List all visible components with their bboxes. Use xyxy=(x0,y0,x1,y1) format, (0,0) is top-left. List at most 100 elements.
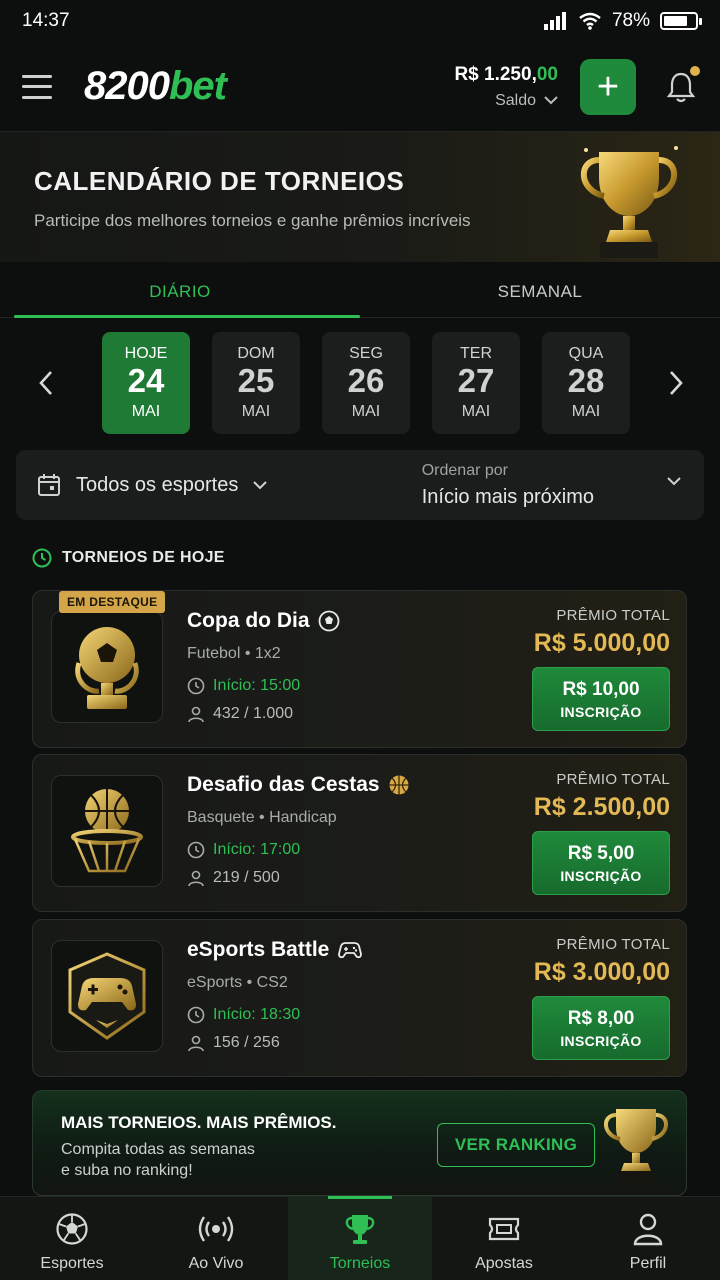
chevron-left-icon[interactable] xyxy=(34,368,58,398)
battery-icon xyxy=(660,12,702,30)
prize-amount: R$ 2.500,00 xyxy=(533,793,670,821)
balance-selector[interactable]: R$ 1.250,00 Saldo xyxy=(454,64,558,110)
user-icon xyxy=(188,1035,204,1052)
user-icon xyxy=(188,870,204,887)
sort-label: Ordenar por xyxy=(421,461,508,479)
tab-weekly[interactable]: SEMANAL xyxy=(360,266,720,317)
tournament-name: Copa do Dia xyxy=(187,609,340,633)
trophy-icon xyxy=(345,1215,375,1244)
date-item[interactable]: TER 27 MAI xyxy=(432,332,520,434)
sort-dropdown[interactable]: Ordenar por Início mais próximo xyxy=(422,462,594,509)
soccer-ball-icon xyxy=(318,610,339,632)
sort-value: Início mais próximo xyxy=(421,485,594,508)
balance-amount: R$ 1.250,00 xyxy=(454,63,558,85)
nav-item-sports[interactable]: Esportes xyxy=(0,1197,144,1280)
tab-daily[interactable]: DIÁRIO xyxy=(0,266,360,318)
bottom-navigation: Esportes Ao Vivo Torneios Apostas Perfil xyxy=(0,1196,720,1280)
notification-dot xyxy=(690,65,700,76)
clock-icon xyxy=(187,841,205,859)
tournament-players: 156 / 256 xyxy=(187,1034,280,1052)
gamepad-icon xyxy=(338,942,363,959)
brand-logo[interactable]: 8200bet xyxy=(84,64,227,109)
date-item[interactable]: QUA 28 MAI xyxy=(542,332,630,434)
tournament-name: eSports Battle xyxy=(187,938,363,962)
tournament-players: 219 / 500 xyxy=(187,869,280,887)
notifications-bell-icon[interactable] xyxy=(664,65,700,104)
balance-label: Saldo xyxy=(495,91,536,109)
enroll-button[interactable]: R$ 10,00 INSCRIÇÃO xyxy=(532,667,670,731)
chevron-down-icon xyxy=(544,96,558,105)
prize-label: PRÊMIO TOTAL xyxy=(556,771,670,788)
deposit-add-button[interactable]: + xyxy=(580,58,636,115)
tournament-start: Início: 15:00 xyxy=(187,677,300,695)
view-ranking-button[interactable]: VER RANKING xyxy=(437,1123,595,1167)
signal-icon xyxy=(543,12,566,30)
entry-fee: R$ 5,00 xyxy=(567,843,635,864)
ranking-promo-banner: MAIS TORNEIOS. MAIS PRÊMIOS. Compita tod… xyxy=(32,1090,687,1196)
sport-filter-dropdown[interactable]: Todos os esportes xyxy=(36,472,268,498)
soccer-trophy-icon xyxy=(75,627,139,709)
tournament-start: Início: 17:00 xyxy=(187,841,300,859)
enroll-button[interactable]: R$ 5,00 INSCRIÇÃO xyxy=(532,831,670,895)
trophy-icon xyxy=(580,146,678,258)
basketball-icon xyxy=(389,775,409,795)
enroll-button[interactable]: R$ 8,00 INSCRIÇÃO xyxy=(532,996,670,1060)
soccer-ball-icon xyxy=(56,1213,88,1245)
chevron-down-icon[interactable] xyxy=(666,476,682,486)
tournament-category: eSports • CS2 xyxy=(187,974,288,991)
chevron-down-icon xyxy=(253,481,268,490)
tournament-card[interactable]: Desafio das Cestas Basquete • Handicap I… xyxy=(32,754,687,912)
ticket-icon xyxy=(488,1217,520,1241)
prize-amount: R$ 3.000,00 xyxy=(533,958,670,986)
enroll-label: INSCRIÇÃO xyxy=(560,868,642,884)
entry-fee: R$ 8,00 xyxy=(567,1008,635,1029)
entry-fee: R$ 10,00 xyxy=(562,679,640,700)
basketball-hoop-icon xyxy=(71,789,143,873)
tournament-thumbnail xyxy=(51,940,163,1052)
filter-bar: Todos os esportes Ordenar por Início mai… xyxy=(16,450,704,520)
hamburger-menu-icon[interactable] xyxy=(22,74,52,99)
enroll-label: INSCRIÇÃO xyxy=(560,1033,642,1049)
nav-item-profile[interactable]: Perfil xyxy=(576,1197,720,1280)
chevron-right-icon[interactable] xyxy=(664,368,688,398)
date-item-today[interactable]: HOJE 24 MAI xyxy=(102,332,190,434)
prize-amount: R$ 5.000,00 xyxy=(533,629,670,657)
prize-label: PRÊMIO TOTAL xyxy=(556,936,670,953)
clock-icon xyxy=(187,677,205,695)
tournament-category: Futebol • 1x2 xyxy=(187,645,281,662)
tournament-card[interactable]: EM DESTAQUE Copa do Dia Futebol • 1x2 In… xyxy=(32,590,687,748)
clock-icon xyxy=(32,548,52,568)
tournament-category: Basquete • Handicap xyxy=(187,809,337,826)
tournament-thumbnail xyxy=(51,775,163,887)
tournament-start: Início: 18:30 xyxy=(187,1006,300,1024)
tournament-thumbnail xyxy=(51,611,163,723)
nav-item-tournaments[interactable]: Torneios xyxy=(288,1196,432,1280)
enroll-label: INSCRIÇÃO xyxy=(560,704,642,720)
nav-item-live[interactable]: Ao Vivo xyxy=(144,1197,288,1280)
app-header: 8200bet R$ 1.250,00 Saldo + xyxy=(0,42,720,132)
trophy-icon xyxy=(604,1109,668,1183)
promo-title: MAIS TORNEIOS. MAIS PRÊMIOS. xyxy=(61,1113,337,1132)
promo-text: Compita todas as semanas e suba no ranki… xyxy=(61,1141,255,1179)
section-title: TORNEIOS DE HOJE xyxy=(32,548,225,568)
featured-badge: EM DESTAQUE xyxy=(59,591,166,613)
nav-item-bets[interactable]: Apostas xyxy=(432,1197,576,1280)
clock-icon xyxy=(187,1006,205,1024)
date-item[interactable]: SEG 26 MAI xyxy=(322,332,410,434)
prize-label: PRÊMIO TOTAL xyxy=(556,607,670,624)
tournament-players: 432 / 1.000 xyxy=(187,705,293,723)
period-tabs: DIÁRIO SEMANAL xyxy=(0,266,720,318)
tournament-card[interactable]: eSports Battle eSports • CS2 Início: 18:… xyxy=(32,919,687,1077)
sport-filter-value: Todos os esportes xyxy=(76,473,239,496)
user-icon xyxy=(188,706,204,723)
controller-shield-icon xyxy=(68,952,146,1040)
hero-banner: CALENDÁRIO DE TORNEIOS Participe dos mel… xyxy=(0,132,720,262)
tournament-name: Desafio das Cestas xyxy=(187,773,410,797)
user-icon xyxy=(633,1213,663,1246)
battery-percent: 78% xyxy=(611,10,650,31)
date-item[interactable]: DOM 25 MAI xyxy=(212,332,300,434)
status-bar: 14:37 78% xyxy=(0,0,720,42)
status-icons: 78% xyxy=(543,10,702,32)
wifi-icon xyxy=(579,12,601,30)
date-selector: HOJE 24 MAI DOM 25 MAI SEG 26 MAI TER 27 MAI QUA… xyxy=(0,332,720,436)
